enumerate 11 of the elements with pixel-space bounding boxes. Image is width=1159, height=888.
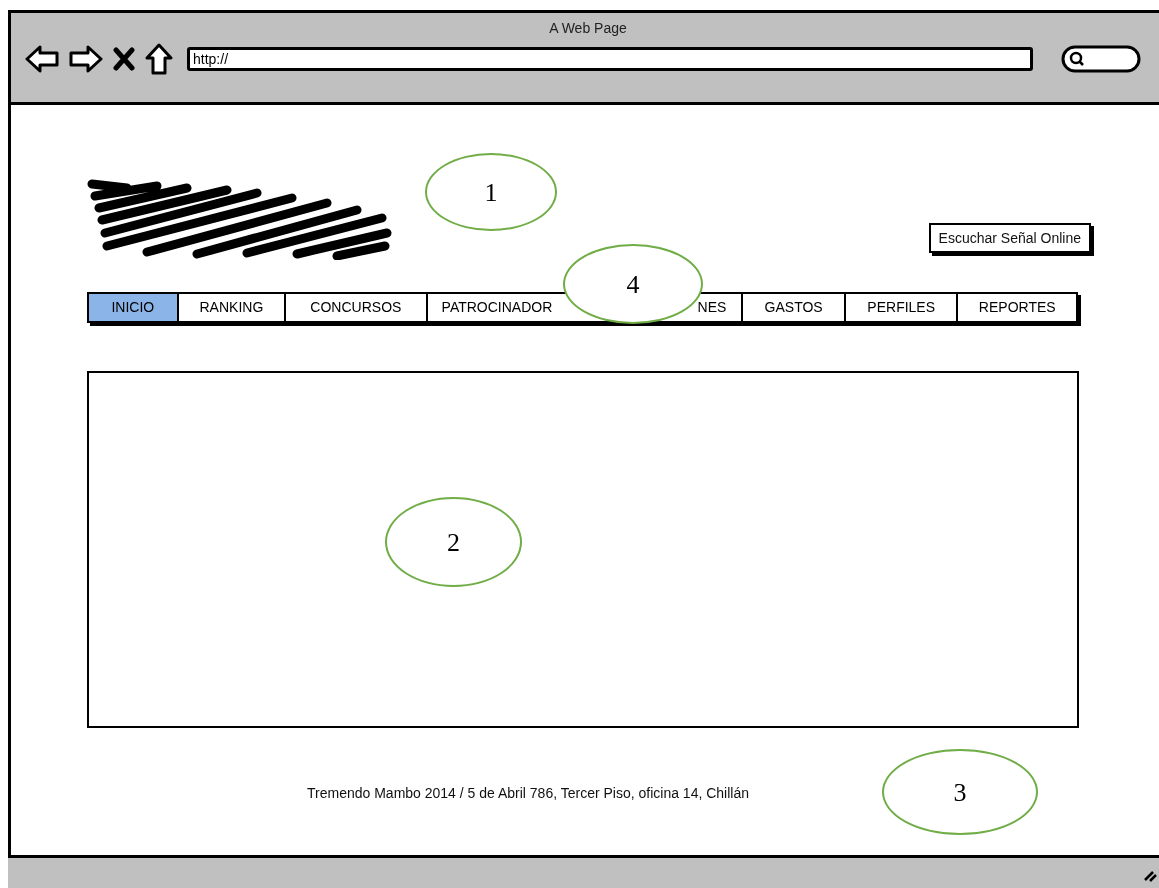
listen-online-button[interactable]: Escuchar Señal Online: [928, 223, 1091, 253]
search-icon[interactable]: [1061, 44, 1141, 74]
footer-text: Tremendo Mambo 2014 / 5 de Abril 786, Tercer Piso, oficina 14, Chillán: [307, 784, 750, 803]
address-field[interactable]: http://: [187, 47, 1033, 71]
resize-grip-icon[interactable]: [1143, 868, 1157, 882]
home-icon[interactable]: [145, 43, 173, 75]
back-icon[interactable]: [25, 44, 59, 74]
nav-tab[interactable]: INICIO: [89, 294, 177, 321]
forward-icon[interactable]: [69, 44, 103, 74]
close-icon[interactable]: [113, 47, 135, 71]
window-title: A Web Page: [549, 19, 627, 38]
